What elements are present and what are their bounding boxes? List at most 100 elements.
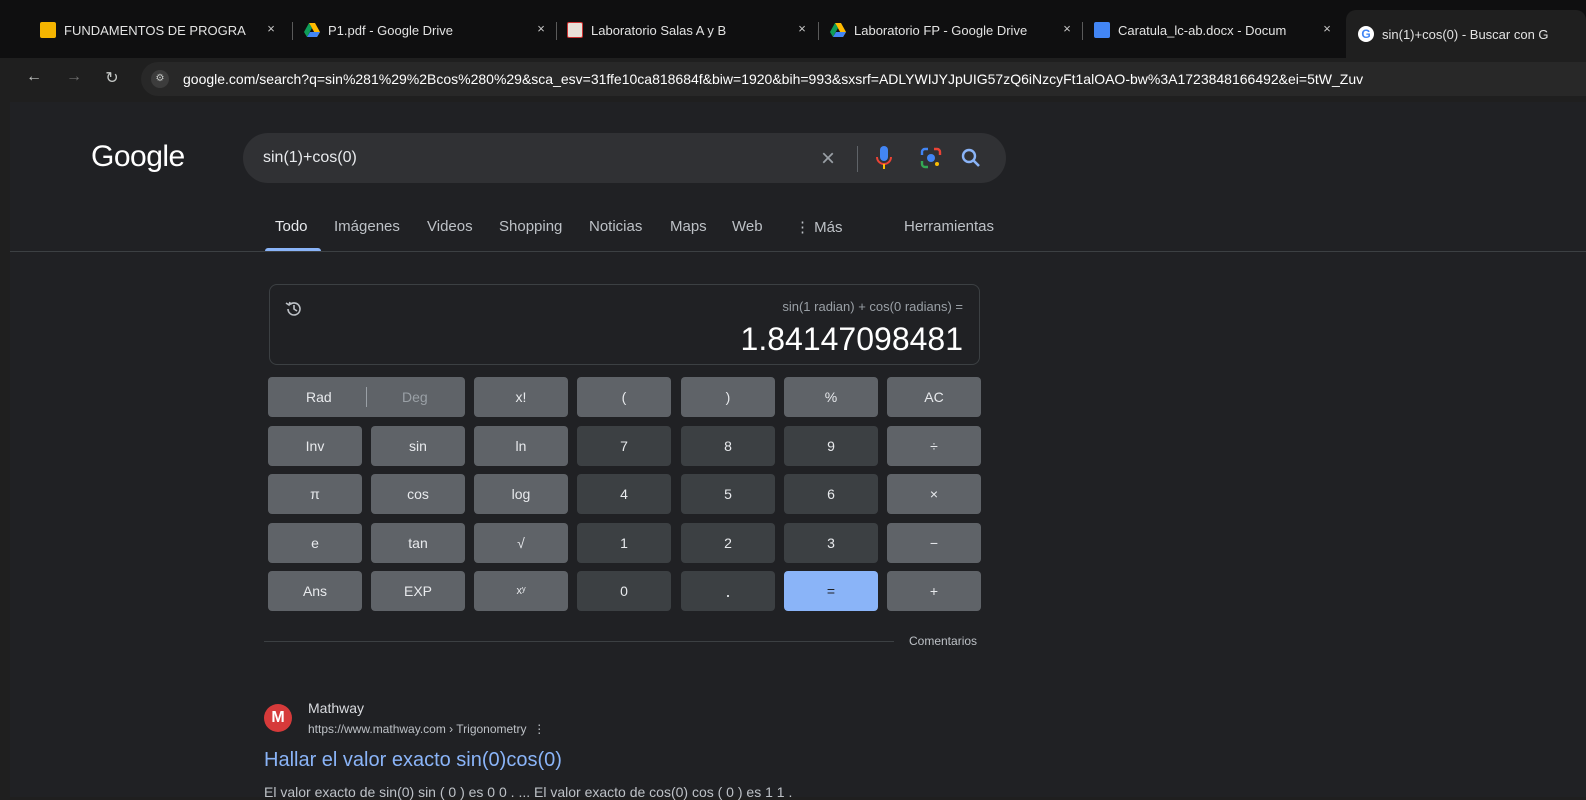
key-cos[interactable]: cos: [371, 474, 465, 514]
calculator-expression: sin(1 radian) + cos(0 radians) =: [782, 299, 963, 314]
key-inv[interactable]: Inv: [268, 426, 362, 466]
docs-icon: [1094, 22, 1110, 38]
search-input[interactable]: sin(1)+cos(0): [263, 149, 357, 167]
tab-noticias[interactable]: Noticias: [589, 218, 642, 235]
tab-separator: [1082, 22, 1083, 40]
browser-tab-bar: FUNDAMENTOS DE PROGRA × P1.pdf - Google …: [0, 0, 1586, 58]
url-text[interactable]: google.com/search?q=sin%281%29%2Bcos%280…: [183, 71, 1363, 87]
key-sin[interactable]: sin: [371, 426, 465, 466]
tab-title: FUNDAMENTOS DE PROGRA: [64, 22, 246, 38]
rad-deg-toggle[interactable]: Rad Deg: [268, 377, 465, 417]
result-breadcrumb[interactable]: https://www.mathway.com › Trigonometry ⋮: [308, 722, 545, 736]
close-tab-icon[interactable]: ×: [262, 21, 280, 36]
tab-imagenes[interactable]: Imágenes: [334, 218, 400, 235]
tab-separator: [818, 22, 819, 40]
key-percent[interactable]: %: [784, 377, 878, 417]
rad-label[interactable]: Rad: [306, 389, 332, 405]
feedback-divider: [264, 641, 894, 642]
key-2[interactable]: 2: [681, 523, 775, 563]
search-icon[interactable]: [959, 146, 983, 170]
tab-google-search-active[interactable]: G sin(1)+cos(0) - Buscar con G: [1346, 10, 1586, 58]
key-pi[interactable]: π: [268, 474, 362, 514]
tab-separator: [556, 22, 557, 40]
tab-maps[interactable]: Maps: [670, 218, 707, 235]
key-add[interactable]: +: [887, 571, 981, 611]
close-tab-icon[interactable]: ×: [532, 21, 550, 36]
tools-button[interactable]: Herramientas: [904, 218, 994, 235]
key-all-clear[interactable]: AC: [887, 377, 981, 417]
key-0[interactable]: 0: [577, 571, 671, 611]
result-url: https://www.mathway.com › Trigonometry: [308, 722, 527, 736]
omnibox[interactable]: ⚙ google.com/search?q=sin%281%29%2Bcos%2…: [141, 62, 1586, 96]
key-open-paren[interactable]: (: [577, 377, 671, 417]
key-exp[interactable]: EXP: [371, 571, 465, 611]
key-1[interactable]: 1: [577, 523, 671, 563]
key-log[interactable]: log: [474, 474, 568, 514]
key-tan[interactable]: tan: [371, 523, 465, 563]
forward-arrow-icon[interactable]: →: [64, 68, 84, 86]
tab-title: Caratula_lc-ab.docx - Docum: [1118, 22, 1287, 38]
address-bar-row: ← → ↻ ⚙ google.com/search?q=sin%281%29%2…: [0, 58, 1586, 102]
google-icon: G: [1358, 26, 1374, 42]
key-factorial[interactable]: x!: [474, 377, 568, 417]
drive-icon: [304, 22, 320, 38]
key-8[interactable]: 8: [681, 426, 775, 466]
key-3[interactable]: 3: [784, 523, 878, 563]
tab-title: P1.pdf - Google Drive: [328, 22, 454, 38]
close-tab-icon[interactable]: ×: [793, 21, 811, 36]
url-path: /search?q=sin%281%29%2Bcos%280%29&sca_es…: [255, 71, 1364, 87]
search-results-page: Google sin(1)+cos(0) × Todo Imágenes Vid…: [10, 102, 1586, 800]
key-e[interactable]: e: [268, 523, 362, 563]
reload-icon[interactable]: ↻: [102, 68, 122, 88]
site-icon: [567, 22, 583, 38]
search-box[interactable]: sin(1)+cos(0) ×: [243, 133, 1006, 183]
tab-todo[interactable]: Todo: [275, 218, 308, 235]
key-decimal[interactable]: .: [681, 571, 775, 611]
tab-title: Laboratorio Salas A y B: [591, 22, 727, 38]
tab-title: sin(1)+cos(0) - Buscar con G: [1382, 26, 1549, 42]
url-domain: google.com: [183, 71, 256, 87]
key-multiply[interactable]: ×: [887, 474, 981, 514]
key-ans[interactable]: Ans: [268, 571, 362, 611]
microphone-icon[interactable]: [876, 146, 892, 170]
tab-laboratorio-salas[interactable]: Laboratorio Salas A y B ×: [567, 14, 811, 46]
clear-icon[interactable]: ×: [821, 145, 835, 173]
key-equals[interactable]: =: [784, 571, 878, 611]
key-divide[interactable]: ÷: [887, 426, 981, 466]
feedback-link[interactable]: Comentarios: [909, 634, 977, 648]
key-9[interactable]: 9: [784, 426, 878, 466]
search-divider: [857, 146, 858, 172]
key-close-paren[interactable]: ): [681, 377, 775, 417]
tab-shopping[interactable]: Shopping: [499, 218, 562, 235]
result-title-link[interactable]: Hallar el valor exacto sin(0)cos(0): [264, 749, 562, 772]
key-6[interactable]: 6: [784, 474, 878, 514]
tab-p1-pdf[interactable]: P1.pdf - Google Drive ×: [304, 14, 550, 46]
tab-fundamentos[interactable]: FUNDAMENTOS DE PROGRA ×: [40, 14, 280, 46]
drive-icon: [830, 22, 846, 38]
tab-laboratorio-fp[interactable]: Laboratorio FP - Google Drive ×: [830, 14, 1076, 46]
calculator-display: sin(1 radian) + cos(0 radians) = 1.84147…: [269, 284, 980, 365]
close-tab-icon[interactable]: ×: [1058, 21, 1076, 36]
key-ln[interactable]: ln: [474, 426, 568, 466]
more-options-icon[interactable]: ⋮: [533, 722, 545, 736]
back-arrow-icon[interactable]: ←: [24, 68, 44, 86]
header-divider: [10, 251, 1586, 252]
deg-label[interactable]: Deg: [402, 389, 428, 405]
tab-caratula-docx[interactable]: Caratula_lc-ab.docx - Docum ×: [1094, 14, 1336, 46]
key-7[interactable]: 7: [577, 426, 671, 466]
mathway-favicon[interactable]: M: [264, 704, 292, 732]
result-site-name[interactable]: Mathway: [308, 700, 364, 716]
key-power[interactable]: xʸ: [474, 571, 568, 611]
close-tab-icon[interactable]: ×: [1318, 21, 1336, 36]
key-sqrt[interactable]: √: [474, 523, 568, 563]
key-subtract[interactable]: −: [887, 523, 981, 563]
tab-web[interactable]: Web: [732, 218, 763, 235]
key-4[interactable]: 4: [577, 474, 671, 514]
google-logo[interactable]: Google: [91, 140, 185, 174]
tab-videos[interactable]: Videos: [427, 218, 473, 235]
site-settings-icon[interactable]: ⚙: [151, 70, 169, 88]
key-5[interactable]: 5: [681, 474, 775, 514]
tab-mas[interactable]: ⋮ Más: [795, 218, 843, 236]
history-icon[interactable]: [284, 299, 304, 319]
google-lens-icon[interactable]: [919, 146, 943, 170]
